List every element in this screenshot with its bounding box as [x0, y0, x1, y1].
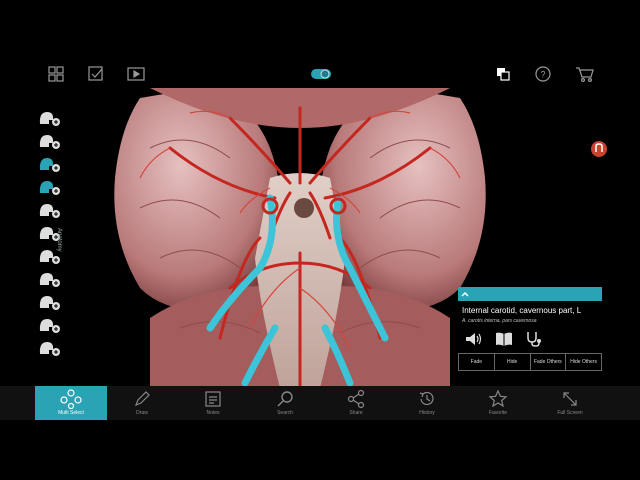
help-icon[interactable]: ? — [534, 65, 552, 83]
structure-info-panel: Internal carotid, cavernous part, L A. c… — [458, 287, 602, 375]
head-add-icon[interactable] — [37, 178, 61, 196]
search-label: Search — [277, 410, 293, 416]
full-screen-button[interactable]: Full Screen — [540, 386, 600, 420]
anatomy-systems-sidebar — [30, 104, 70, 374]
head-add-icon[interactable] — [37, 293, 61, 311]
structure-latin-name: A. carotis interna, pars cavernosa — [462, 318, 537, 324]
sidebar-label: Anatomy — [56, 228, 62, 252]
share-icon — [347, 389, 365, 409]
info-panel-header[interactable] — [458, 287, 602, 301]
fade-others-button[interactable]: Fade Others — [531, 354, 567, 370]
notification-badge[interactable] — [591, 141, 607, 157]
multi-select-label: Multi Select — [58, 410, 84, 416]
bottom-toolbar: Multi Select Draw Notes Search Share His… — [0, 386, 640, 420]
top-toolbar: ? — [0, 60, 640, 88]
head-add-icon[interactable] — [37, 109, 61, 127]
notes-label: Notes — [206, 410, 220, 416]
cart-icon[interactable] — [575, 65, 594, 83]
favorite-button[interactable]: Favorite — [468, 386, 528, 420]
share-label: Share — [349, 410, 363, 416]
head-add-icon[interactable] — [37, 155, 61, 173]
star-icon — [488, 389, 508, 408]
favorite-label: Favorite — [488, 410, 508, 416]
fullscreen-icon — [563, 392, 577, 406]
brain-arteries-model[interactable] — [110, 88, 490, 388]
layers-icon[interactable] — [494, 65, 512, 83]
anatomy-viewport[interactable] — [110, 88, 490, 388]
head-add-icon[interactable] — [37, 339, 61, 357]
visibility-actions: Fade Hide Fade Others Hide Others — [458, 353, 602, 371]
app-window: ? Anatomy Internal carotid, cavernous pa… — [0, 0, 640, 480]
pin-icon — [595, 143, 603, 152]
share-button[interactable]: Share — [326, 386, 386, 420]
chevron-up-icon[interactable] — [458, 287, 472, 301]
head-add-icon[interactable] — [37, 201, 61, 219]
structure-title: Internal carotid, cavernous part, L — [462, 306, 582, 315]
fade-button[interactable]: Fade — [459, 354, 495, 370]
pencil-icon — [134, 391, 150, 407]
draw-button[interactable]: Draw — [112, 386, 172, 420]
notes-button[interactable]: Notes — [183, 386, 243, 420]
book-icon[interactable] — [494, 330, 514, 348]
clinical-icon[interactable] — [524, 330, 544, 348]
draw-label: Draw — [136, 410, 148, 416]
notes-icon — [205, 391, 221, 407]
head-add-icon[interactable] — [37, 316, 61, 334]
history-button[interactable]: History — [397, 386, 457, 420]
svg-text:?: ? — [540, 70, 545, 80]
full-screen-label: Full Screen — [557, 410, 583, 416]
multiselect-icon — [60, 389, 82, 409]
head-add-icon[interactable] — [37, 270, 61, 288]
video-icon[interactable] — [127, 65, 145, 83]
hide-button[interactable]: Hide — [495, 354, 531, 370]
hide-others-button[interactable]: Hide Others — [566, 354, 601, 370]
history-icon — [419, 391, 434, 406]
toggle-icon[interactable] — [310, 65, 331, 83]
history-label: History — [419, 410, 435, 416]
grid-icon[interactable] — [47, 65, 65, 83]
search-icon — [277, 391, 293, 407]
head-add-icon[interactable] — [37, 132, 61, 150]
checklist-icon[interactable] — [87, 65, 105, 83]
multi-select-button[interactable]: Multi Select — [35, 386, 107, 420]
audio-icon[interactable] — [464, 330, 484, 348]
search-button[interactable]: Search — [255, 386, 315, 420]
